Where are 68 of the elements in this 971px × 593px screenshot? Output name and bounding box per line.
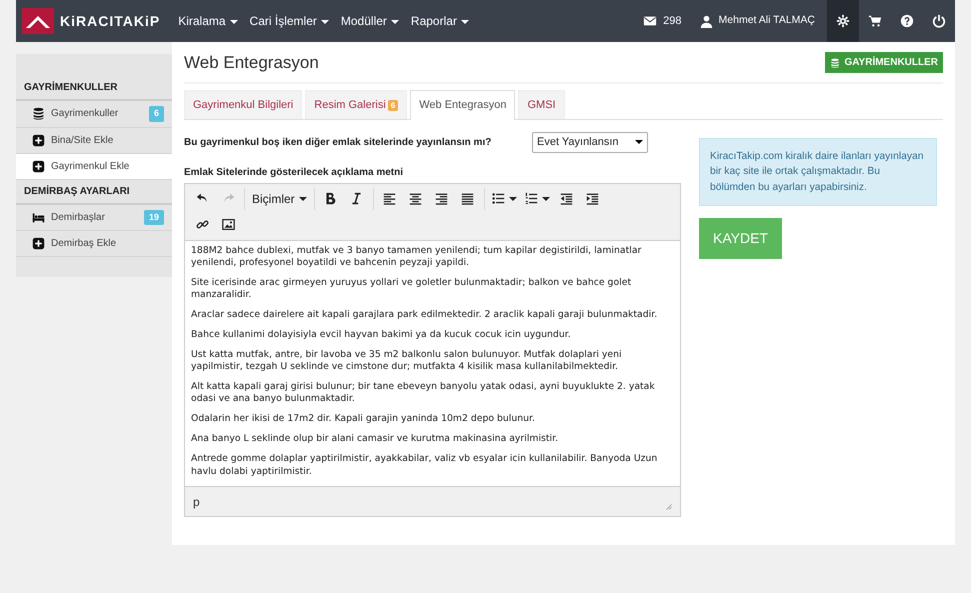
count-badge: 19: [144, 210, 164, 225]
outdent-icon: [560, 192, 574, 205]
editor-paragraph: Ust katta mutfak, antre, bir lavoba ve 35 m2 balkonlu salon bulunuyor. Mutfak dolaplari yeni yapilmistir, tezgah U seklinde ve cimstone dur; mutfakta 4 kisilik masa kullanilabilmektedir.: [191, 348, 623, 374]
sidebar-item-label: Demirbaşlar: [51, 210, 105, 225]
formats-dropdown[interactable]: Biçimler: [248, 186, 311, 212]
link-icon: [196, 218, 208, 231]
publish-select[interactable]: Evet Yayınlansın: [532, 132, 648, 152]
bold-icon: [324, 192, 338, 205]
info-message: KiracıTakip.com kiralık daire ilanları yayınlayan bir kaç site ile ortak çalışmaktadır. Bu bölümden bu ayarları yapabirsiniz.: [699, 138, 937, 206]
element-path: p: [193, 494, 200, 510]
tab[interactable]: GMSI: [518, 90, 565, 119]
align-right-icon: [435, 192, 448, 205]
editor-paragraph: Ana banyo L seklinde olup bir alani camasir ve kurutma makinasina ayrilmistir.: [191, 433, 560, 446]
properties-button[interactable]: GAYRİMENKULLER: [825, 52, 943, 74]
user-icon: [700, 14, 713, 28]
help-icon: [900, 14, 914, 28]
editor-paragraph: Odalarin her ikisi de 17m2 dir. Kapali garajin yaninda 10m2 depo bulunur.: [191, 413, 536, 426]
align-left-icon: [383, 192, 396, 205]
align-justify-icon: [461, 192, 474, 205]
sidebar-item-label: Bina/Site Ekle: [51, 134, 114, 148]
editor-paragraph: Bahce kullanimi dolayisiyla evcil hayvan bakimi ya da kucuk cocuk icin uygundur.: [191, 328, 572, 341]
sidebar-item[interactable]: Demirbaşlar 19: [16, 204, 172, 231]
editor-paragraph: Antrede gomme dolaplar yaptirilmistir, ayakkabilar, valiz vb esyalar icin kullanilabilir. Banyoda Uzun havlu dolabi yaptirilmistir.: [191, 453, 658, 478]
field-label: Emlak Sitelerinde gösterilecek açıklama metni: [184, 166, 404, 180]
form-question: Bu gayrimenkul boş iken diğer emlak sitelerinde yayınlansın mı?: [184, 136, 492, 150]
italic-icon: [350, 192, 364, 205]
plus-square-icon: [32, 160, 45, 172]
sidebar-item[interactable]: Demirbaş Ekle: [16, 231, 172, 257]
editor-paragraph: Araclar sadece dairelere ait kapali garajlara park edilmektedir. 2 araclik kapali garaji bulunmaktadir.: [191, 308, 658, 321]
page-title: Web Entegrasyon: [184, 52, 319, 74]
nav-menu-item[interactable]: Cari İşlemler: [250, 12, 329, 30]
database-icon: [32, 107, 45, 120]
database-icon: [830, 58, 840, 68]
indent-icon: [586, 192, 600, 205]
message-count[interactable]: 298: [663, 12, 682, 30]
resize-handle-icon: [664, 502, 672, 510]
logo-icon: [22, 8, 54, 34]
nav-menu-item[interactable]: Modüller: [340, 12, 399, 30]
power-icon: [932, 14, 946, 28]
nav-menu-item[interactable]: Kiralama: [178, 12, 238, 30]
cart-icon: [868, 14, 882, 28]
sidebar-item-label: Gayrimenkul Ekle: [51, 160, 130, 174]
count-badge: 6: [148, 106, 164, 122]
sidebar-item-label: Gayrimenkuller: [51, 107, 118, 122]
bullet-list-icon: [492, 192, 505, 205]
mail-icon: [643, 14, 658, 28]
tab[interactable]: Gayrimenkul Bilgileri: [184, 90, 302, 119]
nav-icon-button[interactable]: [827, 0, 859, 42]
settings-icon: [836, 14, 850, 28]
align-center-icon: [409, 192, 422, 205]
plus-square-icon: [32, 134, 45, 146]
sidebar-item[interactable]: Gayrimenkuller 6: [16, 101, 172, 128]
text-editor[interactable]: [184, 182, 681, 516]
editor-paragraph: Site icerisinde arac girmeyen yuruyus yollari ve goletler bulunmaktadir; balkon ve bahce golet manzaralidir.: [191, 276, 632, 301]
bed-icon: [32, 210, 45, 224]
count-badge: 6: [388, 100, 398, 110]
brand-name: KiRACITAKiP: [60, 12, 160, 30]
numbered-list-icon: [524, 192, 538, 205]
sidebar-item[interactable]: Gayrimenkul Ekle: [16, 154, 172, 180]
tab[interactable]: Resim Galerisi 6: [305, 90, 408, 119]
editor-paragraph: Alt katta kapali garaj girisi bulunur; bir tane ebeveyn banyolu yatak odasi, ayni buyuklukte 2. yatak odasi ve ana banyo bulunmaktadir.: [191, 381, 656, 406]
tab[interactable]: Web Entegrasyon: [410, 90, 516, 120]
nav-menu-item[interactable]: Raporlar: [410, 12, 469, 30]
image-icon: [222, 218, 234, 231]
sidebar-item-label: Demirbaş Ekle: [51, 237, 116, 251]
user-name[interactable]: Mehmet Ali TALMAÇ: [718, 13, 815, 29]
editor-paragraph: 188M2 bahce dublexi, mutfak ve 3 banyo tamamen yenilendi; tum kapilar degistirildi, laminatlar yenilendi, profesyonel boyatildi ve bahcenin peyzaji yapildi.: [191, 244, 642, 269]
plus-square-icon: [32, 237, 45, 250]
